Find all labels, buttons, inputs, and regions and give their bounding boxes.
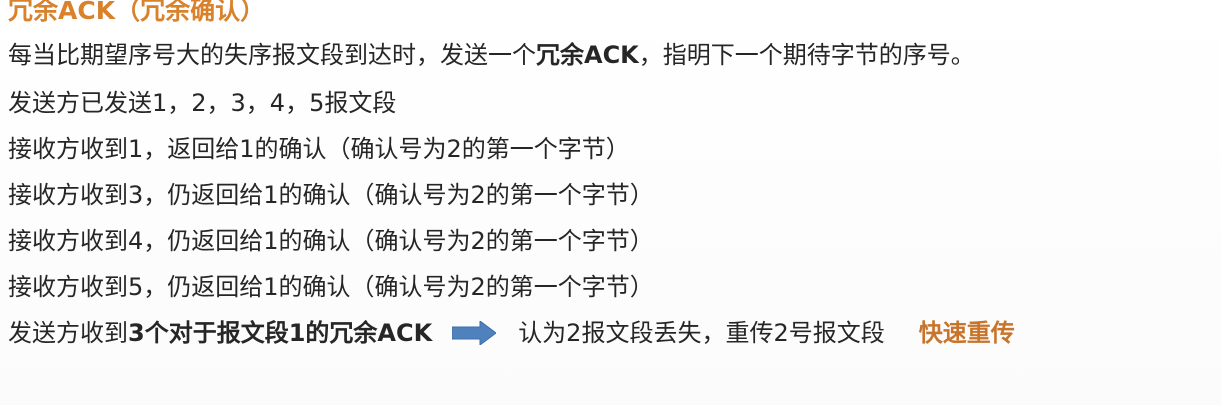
text-segment: ，指明下一个期待字节的序号。: [638, 41, 975, 69]
text-line-receive-5: 接收方收到5，仍返回给1的确认（确认号为2的第一个字节）: [8, 273, 654, 301]
fast-retransmit-label: 快速重传: [918, 319, 1015, 347]
slide-title: 冗余ACK（冗余确认）: [8, 0, 266, 25]
text-line-receive-4: 接收方收到4，仍返回给1的确认（确认号为2的第一个字节）: [8, 227, 654, 255]
text-line-receive-1: 接收方收到1，返回给1的确认（确认号为2的第一个字节）: [8, 135, 630, 163]
bold-term: 3个对于报文段1的冗余ACK: [128, 319, 433, 347]
result-text: 认为2报文段丢失，重传2号报文段: [518, 319, 885, 347]
slide: 冗余ACK（冗余确认） 每当比期望序号大的失序报文段到达时，发送一个冗余ACK，…: [0, 0, 1221, 405]
text-line-definition: 每当比期望序号大的失序报文段到达时，发送一个冗余ACK，指明下一个期待字节的序号…: [8, 38, 975, 72]
text-segment: 发送方收到: [8, 319, 128, 347]
text-line-conclusion: 发送方收到3个对于报文段1的冗余ACK 认为2报文段丢失，重传2号报文段 快速重传: [8, 316, 1015, 350]
text-line-sent: 发送方已发送1，2，3，4，5报文段: [8, 89, 397, 117]
text-line-receive-3: 接收方收到3，仍返回给1的确认（确认号为2的第一个字节）: [8, 181, 654, 209]
bold-term: 冗余ACK: [536, 41, 639, 69]
right-arrow-icon: [451, 320, 498, 346]
text-segment: 每当比期望序号大的失序报文段到达时，发送一个: [8, 41, 536, 69]
